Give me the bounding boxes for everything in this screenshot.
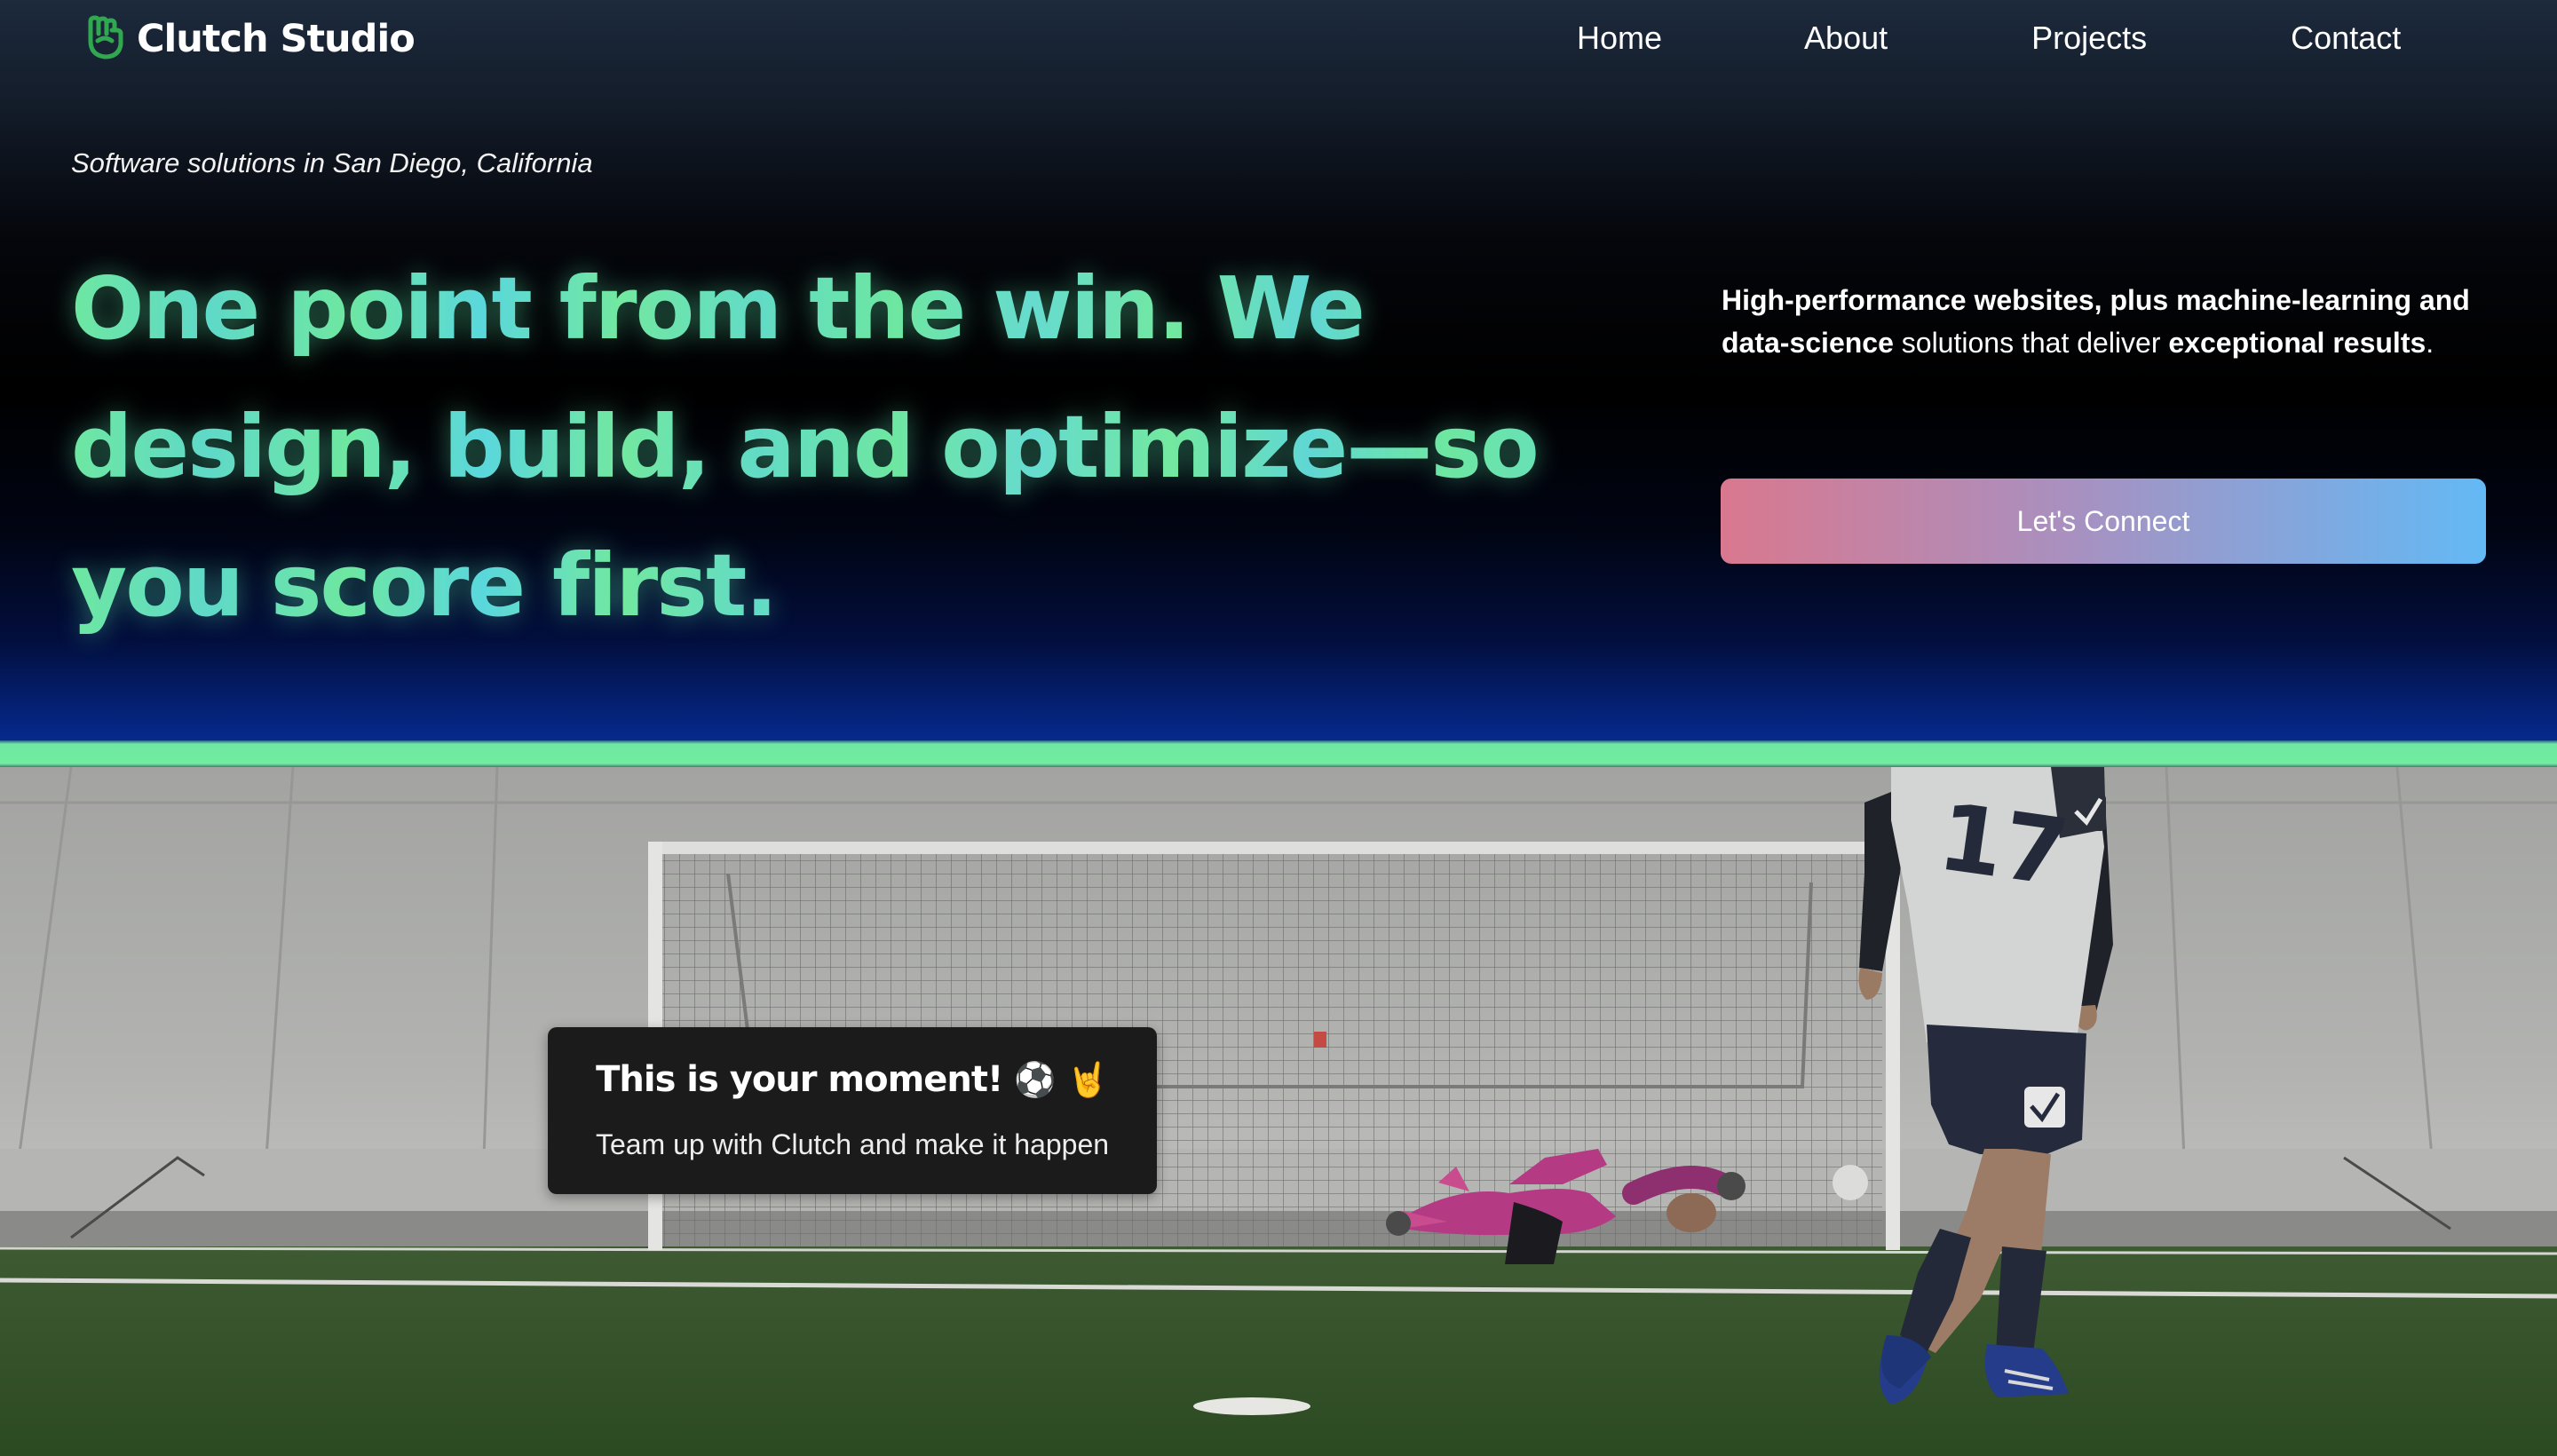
nav-item-projects[interactable]: Projects: [2031, 16, 2147, 60]
lets-connect-button[interactable]: Let's Connect: [1721, 479, 2486, 564]
nav-item-about[interactable]: About: [1804, 16, 1888, 60]
hero-description-bold-2: exceptional results: [2168, 327, 2426, 359]
nav-links: Home About Projects Contact: [1577, 16, 2401, 60]
brand-name: Clutch Studio: [137, 17, 416, 61]
card-subtitle: Team up with Clutch and make it happen: [595, 1128, 1110, 1160]
hero-description-text-2: .: [2426, 327, 2434, 359]
fist-logo-icon: [88, 15, 123, 59]
penalty-kick-illustration: 17: [0, 767, 2557, 1456]
hero-tagline: Software solutions in San Diego, Califor…: [71, 147, 593, 178]
nav-item-home[interactable]: Home: [1577, 16, 1662, 60]
jersey-number: 17: [1932, 782, 2074, 907]
hero-section: Clutch Studio Home About Projects Contac…: [0, 0, 2557, 742]
moment-card: This is your moment! ⚽ 🤘 Team up with Cl…: [548, 1027, 1157, 1194]
card-emoji: ⚽ 🤘: [1014, 1060, 1109, 1099]
hero-description-text-1: solutions that deliver: [1893, 327, 2169, 359]
hero-photo: 17: [0, 767, 2557, 1456]
nav-item-contact[interactable]: Contact: [2291, 16, 2401, 60]
card-title: This is your moment! ⚽ 🤘: [548, 1059, 1157, 1100]
card-title-text: This is your moment!: [596, 1059, 1003, 1100]
brand-logo-link[interactable]: Clutch Studio: [80, 12, 416, 66]
top-nav: Clutch Studio Home About Projects Contac…: [0, 0, 2557, 78]
hero-description: High-performance websites, plus machine-…: [1722, 279, 2476, 364]
hero-headline: One point from the win. We design, build…: [71, 240, 1598, 655]
section-divider: [0, 740, 2557, 767]
